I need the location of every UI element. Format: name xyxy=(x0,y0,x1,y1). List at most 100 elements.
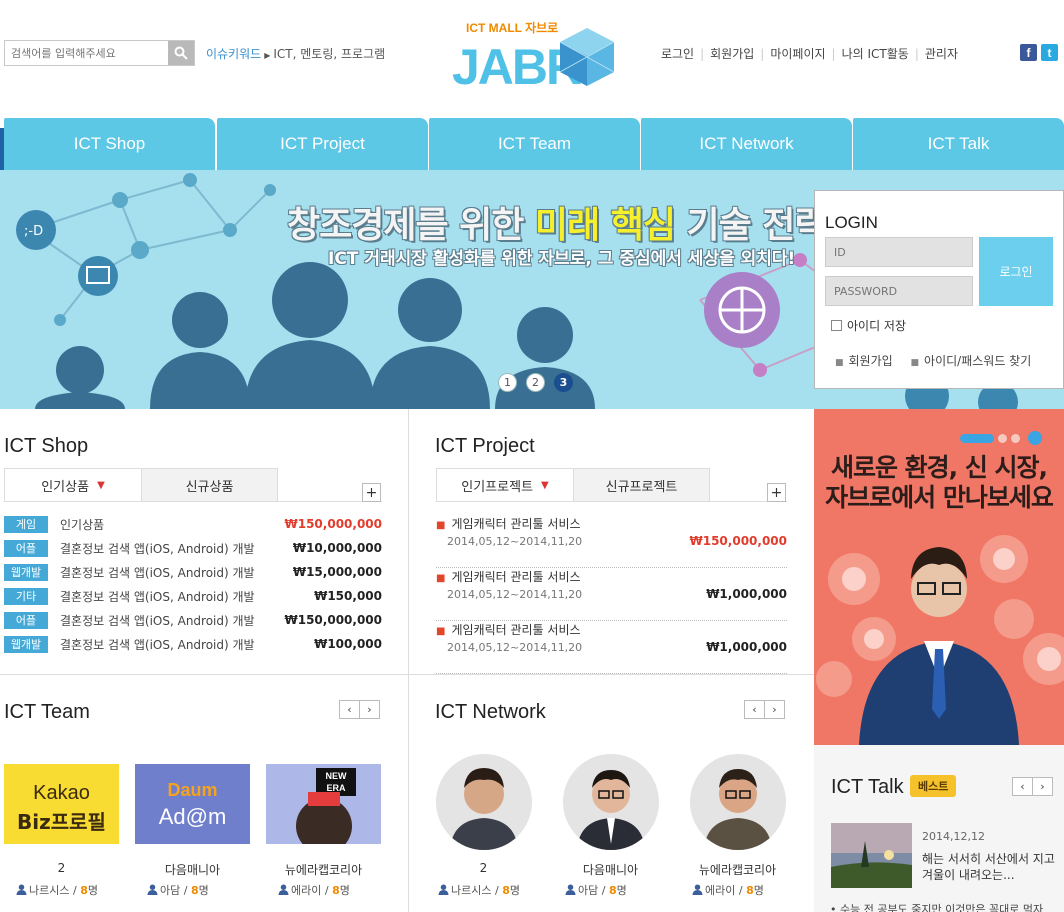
checkbox-icon xyxy=(831,320,842,331)
promo-dot-1[interactable] xyxy=(960,433,994,443)
link-login[interactable]: 로그인 xyxy=(661,47,694,61)
team-card-image[interactable]: Daum Ad@m xyxy=(135,764,250,844)
id-field[interactable] xyxy=(825,237,973,267)
network-card-meta: 에라이 / 8명 xyxy=(692,882,764,898)
network-card-name[interactable]: 다음매니아 xyxy=(553,861,668,878)
find-account-link[interactable]: 아이디/패스워드 찾기 xyxy=(924,354,1031,368)
banner-dot-1[interactable]: 1 xyxy=(498,373,517,392)
talk-panel: ICT Talk 베스트 ‹ › 2014,12,12 해는 서서히 서산에서 지… xyxy=(814,745,1064,912)
talk-text[interactable]: 해는 서서히 서산에서 지고 겨울이 내려오는... xyxy=(922,851,1056,883)
issue-keyword-list[interactable]: ICT, 멘토링, 프로그램 xyxy=(273,47,385,61)
team-card-meta: 에라이 / 8명 xyxy=(278,882,350,898)
network-next-button[interactable]: › xyxy=(764,700,785,719)
main-nav: ICT Shop ICT Project ICT Team ICT Networ… xyxy=(0,118,1064,170)
network-prev-button[interactable]: ‹ xyxy=(744,700,765,719)
talk-title: ICT Talk xyxy=(831,776,904,798)
shop-list-item[interactable]: 어플 결혼정보 검색 앱(iOS, Android) 개발 ₩150,000,000 xyxy=(4,610,382,630)
talk-more-item[interactable]: • 수능 전 공부도 중지만 이것만은 꼭대로 먹자 xyxy=(830,901,1043,912)
product-name: 결혼정보 검색 앱(iOS, Android) 개발 xyxy=(60,613,255,628)
network-pager: ‹ › xyxy=(744,700,785,719)
logo-tagline: ICT MALL 자브로 xyxy=(466,20,558,35)
category-badge: 웹개발 xyxy=(4,563,48,581)
save-id-checkbox[interactable]: 아이디 저장 xyxy=(831,317,906,334)
password-field[interactable] xyxy=(825,276,973,306)
avatar[interactable] xyxy=(436,754,532,850)
project-price: ₩1,000,000 xyxy=(706,640,787,654)
link-admin[interactable]: 관리자 xyxy=(925,47,958,61)
tab-popular-products[interactable]: 인기상품 ▼ xyxy=(4,468,142,502)
product-price: ₩150,000 xyxy=(314,589,382,603)
team-prev-button[interactable]: ‹ xyxy=(339,700,360,719)
talk-prev-button[interactable]: ‹ xyxy=(1012,777,1033,796)
project-list-item[interactable]: ■ 게임캐릭터 관리툴 서비스 2014,05,12~2014,11,20 ₩1,00… xyxy=(436,621,787,674)
link-my-ict[interactable]: 나의 ICT활동 xyxy=(842,47,909,61)
shop-list-item[interactable]: 어플 결혼정보 검색 앱(iOS, Android) 개발 ₩10,000,000 xyxy=(4,538,382,558)
shop-list-item[interactable]: 게임 인기상품 ₩150,000,000 xyxy=(4,514,382,534)
tab-ict-talk[interactable]: ICT Talk xyxy=(853,118,1064,170)
network-title: ICT Network xyxy=(435,701,546,723)
promo-dot-3[interactable] xyxy=(1011,433,1020,443)
shop-more-button[interactable]: + xyxy=(362,483,381,502)
promo-pager xyxy=(960,431,1042,445)
shop-list-item[interactable]: 웹개발 결혼정보 검색 앱(iOS, Android) 개발 ₩100,000 xyxy=(4,634,382,654)
promo-dot-2[interactable] xyxy=(998,433,1007,443)
product-price: ₩150,000,000 xyxy=(284,517,383,531)
talk-next-button[interactable]: › xyxy=(1032,777,1053,796)
twitter-icon[interactable]: t xyxy=(1041,44,1058,61)
team-card-name[interactable]: 2 xyxy=(4,861,119,875)
team-pager: ‹ › xyxy=(339,700,380,719)
shop-list-item[interactable]: 웹개발 결혼정보 검색 앱(iOS, Android) 개발 ₩15,000,000 xyxy=(4,562,382,582)
tab-ict-shop[interactable]: ICT Shop xyxy=(4,118,215,170)
search-button[interactable] xyxy=(168,41,194,65)
pause-icon[interactable] xyxy=(1028,431,1042,445)
login-box: LOGIN 로그인 아이디 저장 ■회원가입 ■아이디/패스워드 찾기 xyxy=(814,190,1064,389)
arrow-right-icon: ▶ xyxy=(264,51,271,60)
team-card-image[interactable]: Kakao Biz프로필 xyxy=(4,764,119,844)
banner-dot-3[interactable]: 3 xyxy=(554,373,573,392)
link-join[interactable]: 회원가입 xyxy=(710,47,754,61)
tab-ict-network[interactable]: ICT Network xyxy=(641,118,852,170)
team-next-button[interactable]: › xyxy=(359,700,380,719)
project-list-item[interactable]: ■ 게임캐릭터 관리툴 서비스 2014,05,12~2014,11,20 ₩1,00… xyxy=(436,568,787,621)
product-name: 인기상품 xyxy=(60,517,105,532)
site-logo[interactable]: ICT MALL 자브로 JABR xyxy=(452,20,617,95)
avatar[interactable] xyxy=(563,754,659,850)
project-more-button[interactable]: + xyxy=(767,483,786,502)
tab-ict-project[interactable]: ICT Project xyxy=(217,118,428,170)
tab-popular-projects[interactable]: 인기프로젝트 ▼ xyxy=(436,468,574,502)
network-card-meta: 나르시스 / 8명 xyxy=(438,882,520,898)
project-list-item[interactable]: ■ 게임캐릭터 관리툴 서비스 2014,05,12~2014,11,20 ₩150,… xyxy=(436,515,787,568)
link-mypage[interactable]: 마이페이지 xyxy=(770,47,825,61)
facebook-icon[interactable]: f xyxy=(1020,44,1037,61)
team-card-name[interactable]: 뉴에라캡코리아 xyxy=(266,861,381,878)
project-title: ■ 게임캐릭터 관리툴 서비스 xyxy=(436,517,581,531)
avatar[interactable] xyxy=(690,754,786,850)
user-icon xyxy=(16,884,27,895)
talk-thumbnail[interactable] xyxy=(831,823,912,888)
search-input[interactable] xyxy=(5,41,168,65)
network-card-name[interactable]: 2 xyxy=(426,861,541,875)
tab-new-products[interactable]: 신규상품 xyxy=(141,468,278,502)
talk-pager: ‹ › xyxy=(1012,777,1053,796)
team-card-image[interactable]: NEW ERA xyxy=(266,764,381,844)
shop-list-item[interactable]: 기타 결혼정보 검색 앱(iOS, Android) 개발 ₩150,000 xyxy=(4,586,382,606)
svg-text:;-D: ;-D xyxy=(24,224,43,239)
tab-ict-team[interactable]: ICT Team xyxy=(429,118,640,170)
product-price: ₩150,000,000 xyxy=(284,613,383,627)
category-badge: 어플 xyxy=(4,539,48,557)
issue-keywords: 이슈키워드 ▶ ICT, 멘토링, 프로그램 xyxy=(206,45,385,62)
user-icon xyxy=(278,884,289,895)
login-title: LOGIN xyxy=(825,213,878,232)
project-date: 2014,05,12~2014,11,20 xyxy=(447,588,583,601)
chevron-down-icon: ▼ xyxy=(97,479,105,491)
tab-new-projects[interactable]: 신규프로젝트 xyxy=(573,468,710,502)
team-card-name[interactable]: 다음매니아 xyxy=(135,861,250,878)
shop-tabs: 인기상품 ▼ 신규상품 xyxy=(4,468,278,502)
login-button[interactable]: 로그인 xyxy=(979,237,1053,306)
network-card-name[interactable]: 뉴에라캡코리아 xyxy=(680,861,795,878)
login-join-link[interactable]: 회원가입 xyxy=(849,354,893,368)
banner-dot-2[interactable]: 2 xyxy=(526,373,545,392)
product-name: 결혼정보 검색 앱(iOS, Android) 개발 xyxy=(60,637,255,652)
promo-banner[interactable]: 새로운 환경, 신 시장, 자브로에서 만나보세요 xyxy=(814,409,1064,745)
project-price: ₩150,000,000 xyxy=(689,534,788,548)
